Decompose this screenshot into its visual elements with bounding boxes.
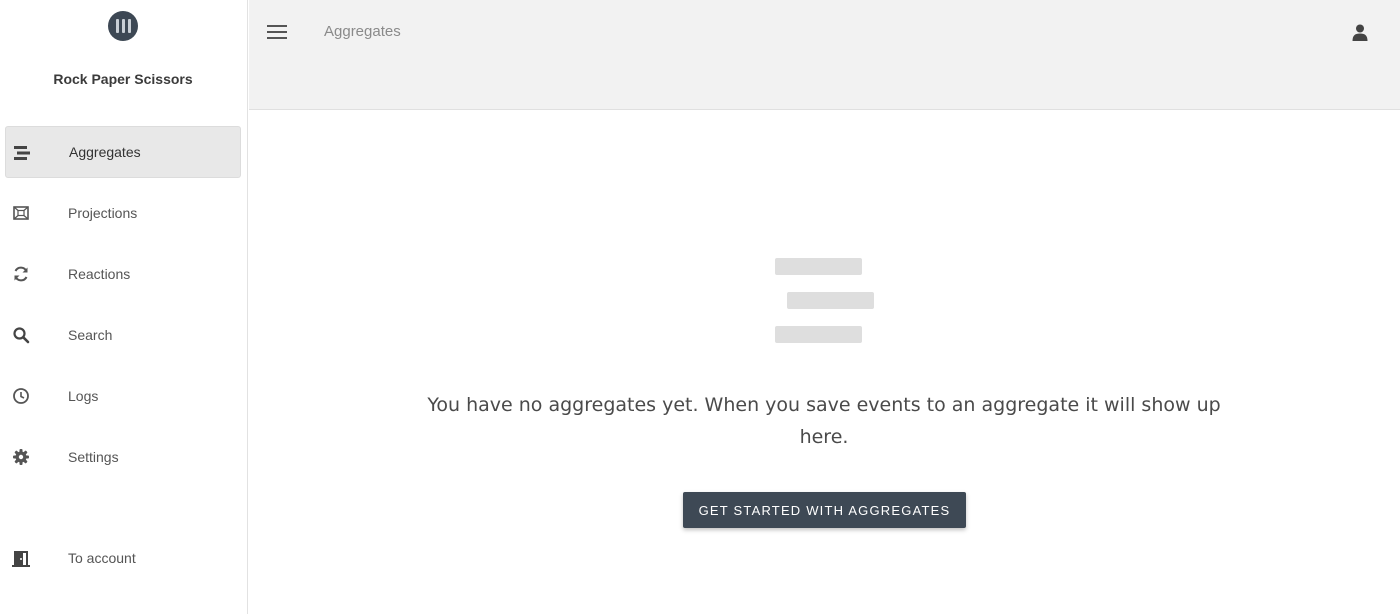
sidebar-item-label: Projections (68, 205, 138, 221)
sidebar: Rock Paper Scissors Aggregates Projectio… (0, 0, 248, 614)
sidebar-item-search[interactable]: Search (5, 309, 241, 361)
gear-icon (11, 447, 31, 467)
placeholder-bar (787, 292, 874, 309)
logo-bar (121, 19, 125, 33)
app-name: Rock Paper Scissors (53, 71, 193, 87)
logo-bar (115, 19, 119, 33)
door-icon (11, 548, 31, 568)
aggregates-icon (12, 143, 32, 163)
sidebar-item-label: Logs (68, 388, 99, 404)
search-icon (11, 325, 31, 345)
logo-bar (127, 19, 131, 33)
sidebar-item-projections[interactable]: Projections (5, 187, 241, 239)
empty-state-message: You have no aggregates yet. When you sav… (427, 394, 1221, 448)
sidebar-item-aggregates[interactable]: Aggregates (5, 126, 241, 178)
sidebar-item-settings[interactable]: Settings (5, 431, 241, 483)
top-bar: Aggregates (249, 0, 1400, 110)
sidebar-item-label: To account (68, 550, 136, 566)
sidebar-item-reactions[interactable]: Reactions (5, 248, 241, 300)
placeholder-bar (775, 326, 862, 343)
sidebar-item-label: Search (68, 327, 113, 343)
sidebar-item-to-account[interactable]: To account (5, 532, 241, 584)
app-logo[interactable] (108, 11, 138, 41)
sidebar-item-label: Aggregates (69, 144, 141, 160)
sidebar-item-label: Reactions (68, 266, 131, 282)
page-title: Aggregates (324, 23, 401, 40)
sidebar-item-logs[interactable]: Logs (5, 370, 241, 422)
refresh-icon (11, 264, 31, 284)
sidebar-item-label: Settings (68, 449, 119, 465)
projections-icon (11, 203, 31, 223)
user-icon[interactable] (1350, 21, 1370, 43)
menu-icon[interactable] (265, 22, 289, 42)
get-started-button[interactable]: GET STARTED WITH AGGREGATES (683, 492, 966, 528)
placeholder-bar (775, 258, 862, 275)
clock-icon (11, 386, 31, 406)
